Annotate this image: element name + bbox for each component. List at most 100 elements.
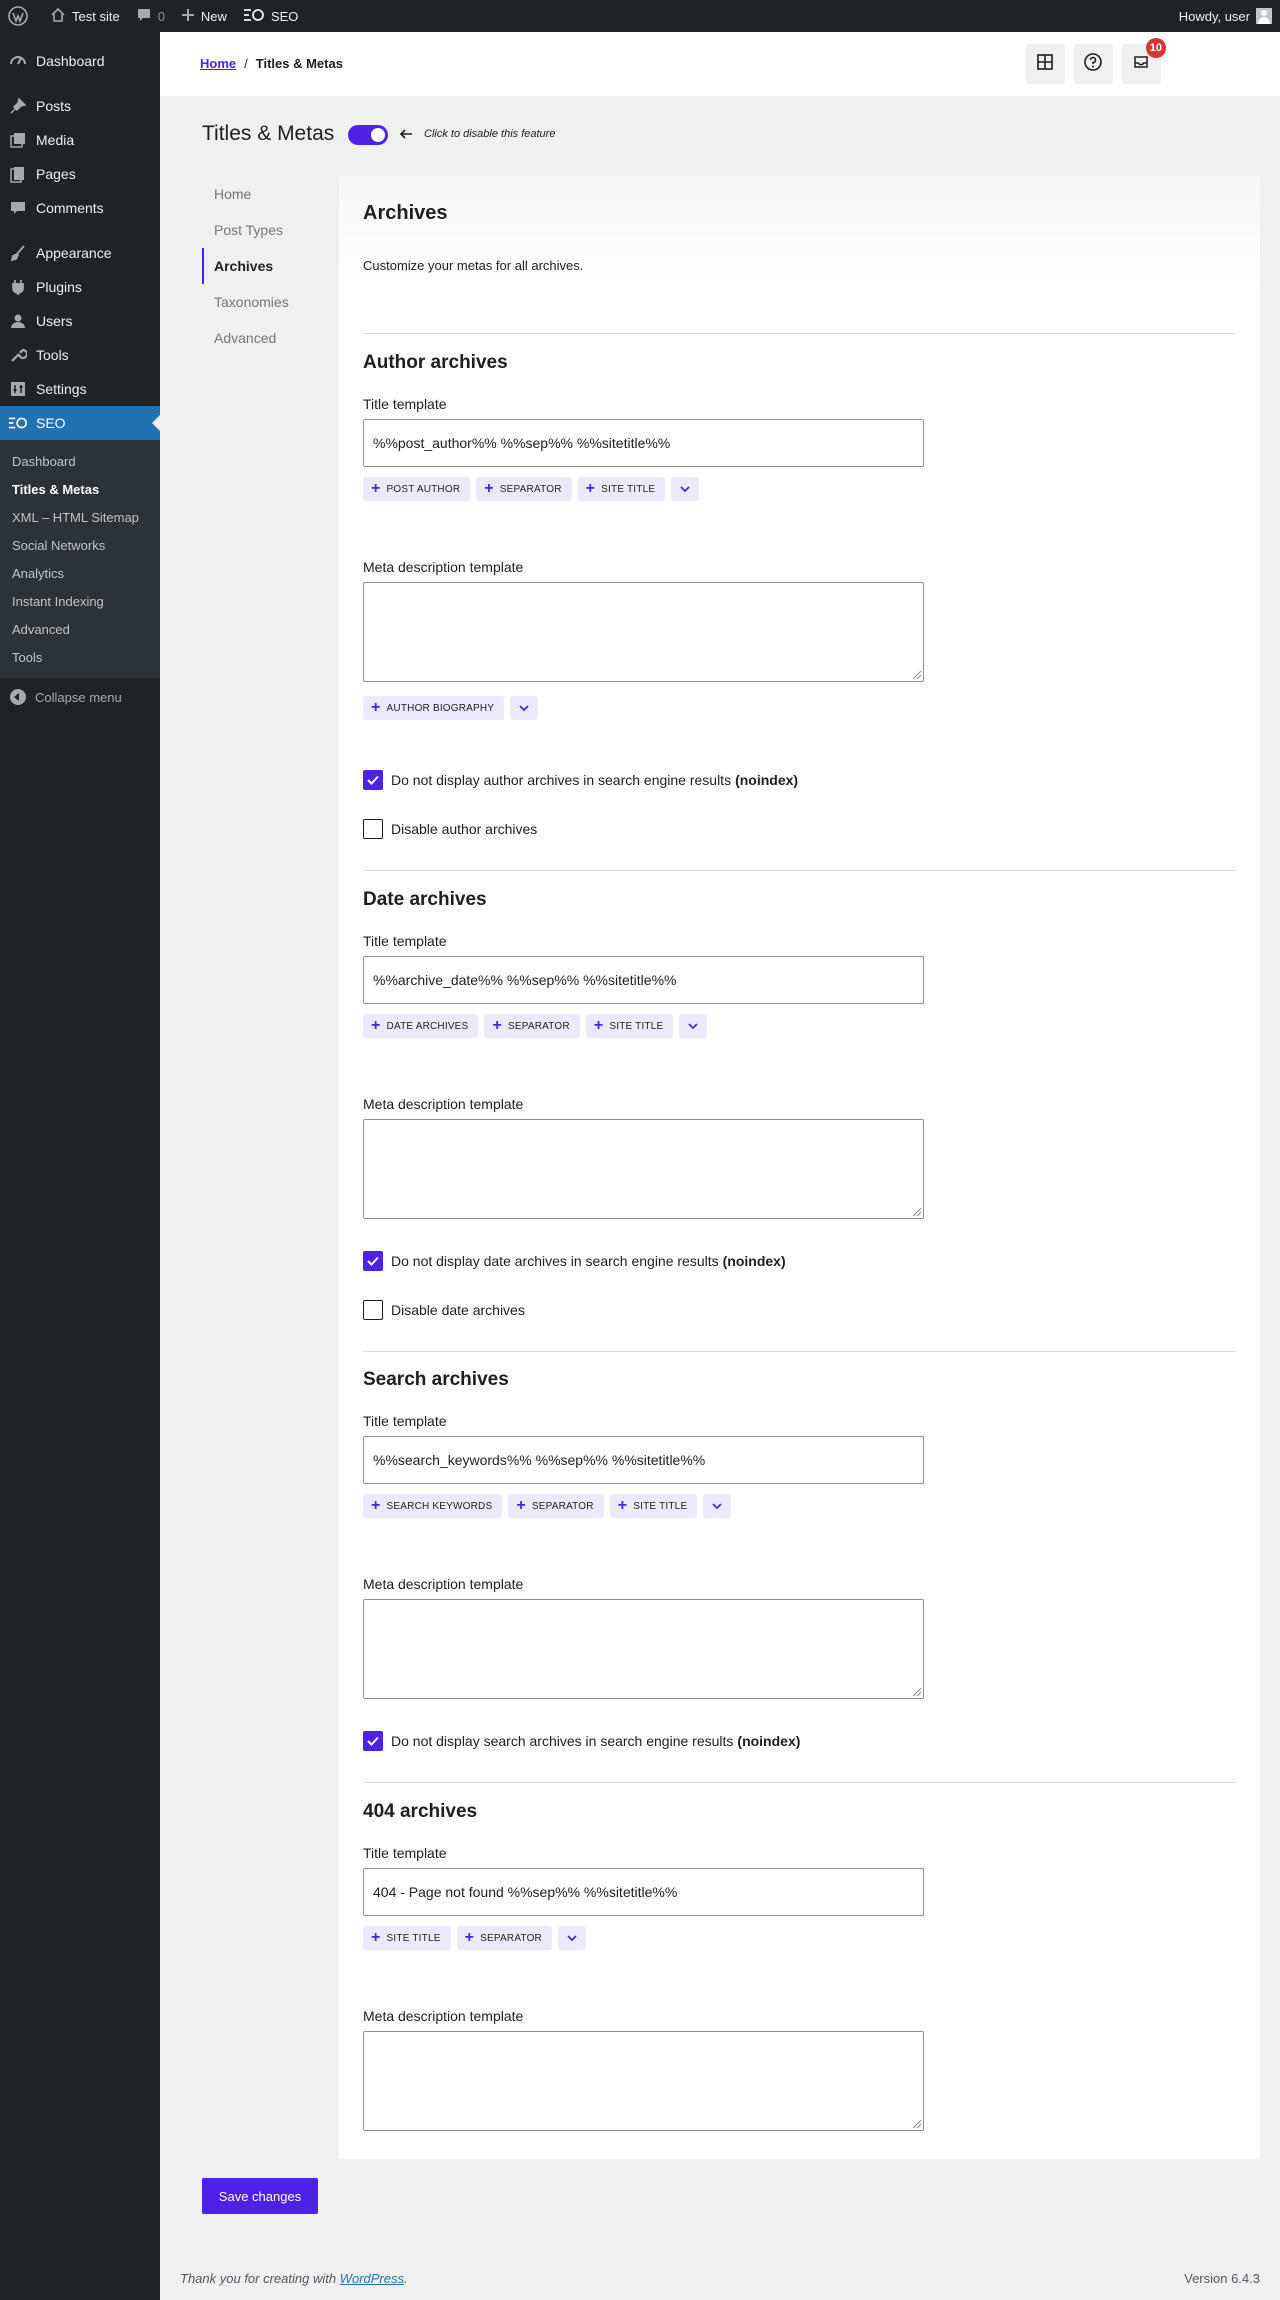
pages-icon [8,164,28,184]
plus-icon: + [371,1929,381,1946]
more-tags-button[interactable] [703,1494,732,1518]
tag-separator-button[interactable]: + SEPARATOR [484,1014,580,1038]
sidebar-item-posts[interactable]: Posts [0,89,160,123]
plus-icon: + [371,1017,381,1034]
account-menu[interactable]: Howdy, user [1179,8,1280,24]
sidebar-item-appearance[interactable]: Appearance [0,236,160,270]
sidebar-item-settings[interactable]: Settings [0,372,160,406]
submenu-item-titles-metas[interactable]: Titles & Metas [0,475,160,503]
toggle-hint: Click to disable this feature [424,128,556,140]
date-noindex-checkbox[interactable]: Do not display date archives in search e… [363,1251,786,1271]
grid-button[interactable] [1025,44,1065,84]
tag-site-title-button[interactable]: + SITE TITLE [585,1014,674,1038]
plus-icon [181,8,201,25]
collapse-menu-button[interactable]: Collapse menu [0,680,160,714]
date-title-input[interactable]: %%archive_date%% %%sep%% %%sitetitle%% [363,956,924,1004]
more-tags-button[interactable] [510,696,539,720]
tab-home[interactable]: Home [202,176,338,212]
comments-link[interactable]: 0 [128,0,173,32]
tag-separator-button[interactable]: + SEPARATOR [476,477,572,501]
checkmark-icon [367,1256,379,1266]
dashboard-icon [8,51,28,71]
archives-panel: Archives Customize your metas for all ar… [339,176,1260,2159]
date-disable-checkbox[interactable]: Disable date archives [363,1300,525,1320]
search-noindex-checkbox[interactable]: Do not display search archives in search… [363,1731,800,1751]
notifications-button[interactable]: 10 [1121,38,1166,84]
checkbox-checked[interactable] [363,1731,383,1751]
sidebar-item-tools[interactable]: Tools [0,338,160,372]
tag-search-keywords-button[interactable]: + SEARCH KEYWORDS [363,1494,503,1518]
tag-post-author-button[interactable]: + POST AUTHOR [363,477,471,501]
submenu-item-instant-indexing[interactable]: Instant Indexing [0,587,160,615]
tag-separator-button[interactable]: + SEPARATOR [508,1494,604,1518]
checkbox-checked[interactable] [363,1251,383,1271]
submenu-item-advanced[interactable]: Advanced [0,615,160,643]
plus-icon: + [484,480,494,497]
tag-site-title-button[interactable]: + SITE TITLE [577,477,666,501]
breadcrumb: Home / Titles & Metas [200,56,343,71]
tab-advanced[interactable]: Advanced [202,320,338,356]
seo-adminbar-link[interactable]: SEO [235,0,306,32]
site-name-link[interactable]: Test site [42,0,128,32]
footer-version: Version 6.4.3 [1184,2271,1260,2286]
tag-site-title-button[interactable]: + SITE TITLE [609,1494,698,1518]
new-label: New [200,8,227,24]
author-noindex-checkbox[interactable]: Do not display author archives in search… [363,770,798,790]
submenu-item-dashboard[interactable]: Dashboard [0,447,160,475]
submenu-item-tools[interactable]: Tools [0,643,160,671]
new-content-link[interactable]: New [173,0,235,32]
notfound-title-input[interactable]: 404 - Page not found %%sep%% %%sitetitle… [363,1868,924,1916]
sidebar-item-plugins[interactable]: Plugins [0,270,160,304]
more-tags-button[interactable] [557,1926,586,1950]
breadcrumb-separator: / [244,56,248,71]
feature-toggle[interactable] [348,125,388,145]
tab-post-types[interactable]: Post Types [202,212,338,248]
seo-icon [8,413,28,433]
comment-icon [8,198,28,218]
footer-thanks: Thank you for creating with WordPress. [180,2271,408,2286]
tag-site-title-button[interactable]: + SITE TITLE [363,1926,451,1950]
checkbox-checked[interactable] [363,770,383,790]
chevron-down-icon [688,1023,699,1030]
page-title: Titles & Metas [202,122,335,145]
tab-archives[interactable]: Archives [202,248,338,284]
wordpress-logo-icon[interactable] [0,0,42,32]
submenu-item-analytics[interactable]: Analytics [0,559,160,587]
tag-separator-button[interactable]: + SEPARATOR [456,1926,552,1950]
author-title-tags: + POST AUTHOR + SEPARATOR + SITE TITLE [363,477,700,501]
more-tags-button[interactable] [679,1014,708,1038]
pin-icon [8,96,28,116]
save-changes-button[interactable]: Save changes [202,2178,318,2214]
more-tags-button[interactable] [671,477,700,501]
sidebar-item-comments[interactable]: Comments [0,191,160,225]
divider [363,1351,1236,1352]
breadcrumb-home-link[interactable]: Home [200,56,236,71]
checkmark-icon [367,775,379,785]
date-meta-textarea[interactable] [363,1119,924,1219]
tag-author-biography-button[interactable]: + AUTHOR BIOGRAPHY [363,696,505,720]
tag-date-archives-button[interactable]: + DATE ARCHIVES [363,1014,479,1038]
help-button[interactable] [1073,44,1113,84]
submenu-item-social-networks[interactable]: Social Networks [0,531,160,559]
search-meta-textarea[interactable] [363,1599,924,1699]
tab-taxonomies[interactable]: Taxonomies [202,284,338,320]
sidebar-item-users[interactable]: Users [0,304,160,338]
checkbox-unchecked[interactable] [363,1300,383,1320]
submenu-item-sitemap[interactable]: XML – HTML Sitemap [0,503,160,531]
checkbox-unchecked[interactable] [363,819,383,839]
archives-heading: Archives [363,202,448,224]
search-title-input[interactable]: %%search_keywords%% %%sep%% %%sitetitle%… [363,1436,924,1484]
sidebar-item-dashboard[interactable]: Dashboard [0,44,160,78]
notfound-meta-textarea[interactable] [363,2031,924,2131]
author-disable-checkbox[interactable]: Disable author archives [363,819,537,839]
sidebar-item-pages[interactable]: Pages [0,157,160,191]
plugin-icon [8,277,28,297]
author-title-input[interactable]: %%post_author%% %%sep%% %%sitetitle%% [363,419,924,467]
notfound-archives-heading: 404 archives [363,1801,478,1822]
notfound-meta-label: Meta description template [363,2008,524,2024]
breadcrumb-current: Titles & Metas [255,56,343,71]
wordpress-link[interactable]: WordPress [340,2271,404,2286]
sidebar-item-seo[interactable]: SEO [0,406,160,440]
sidebar-item-media[interactable]: Media [0,123,160,157]
author-meta-textarea[interactable] [363,582,924,682]
